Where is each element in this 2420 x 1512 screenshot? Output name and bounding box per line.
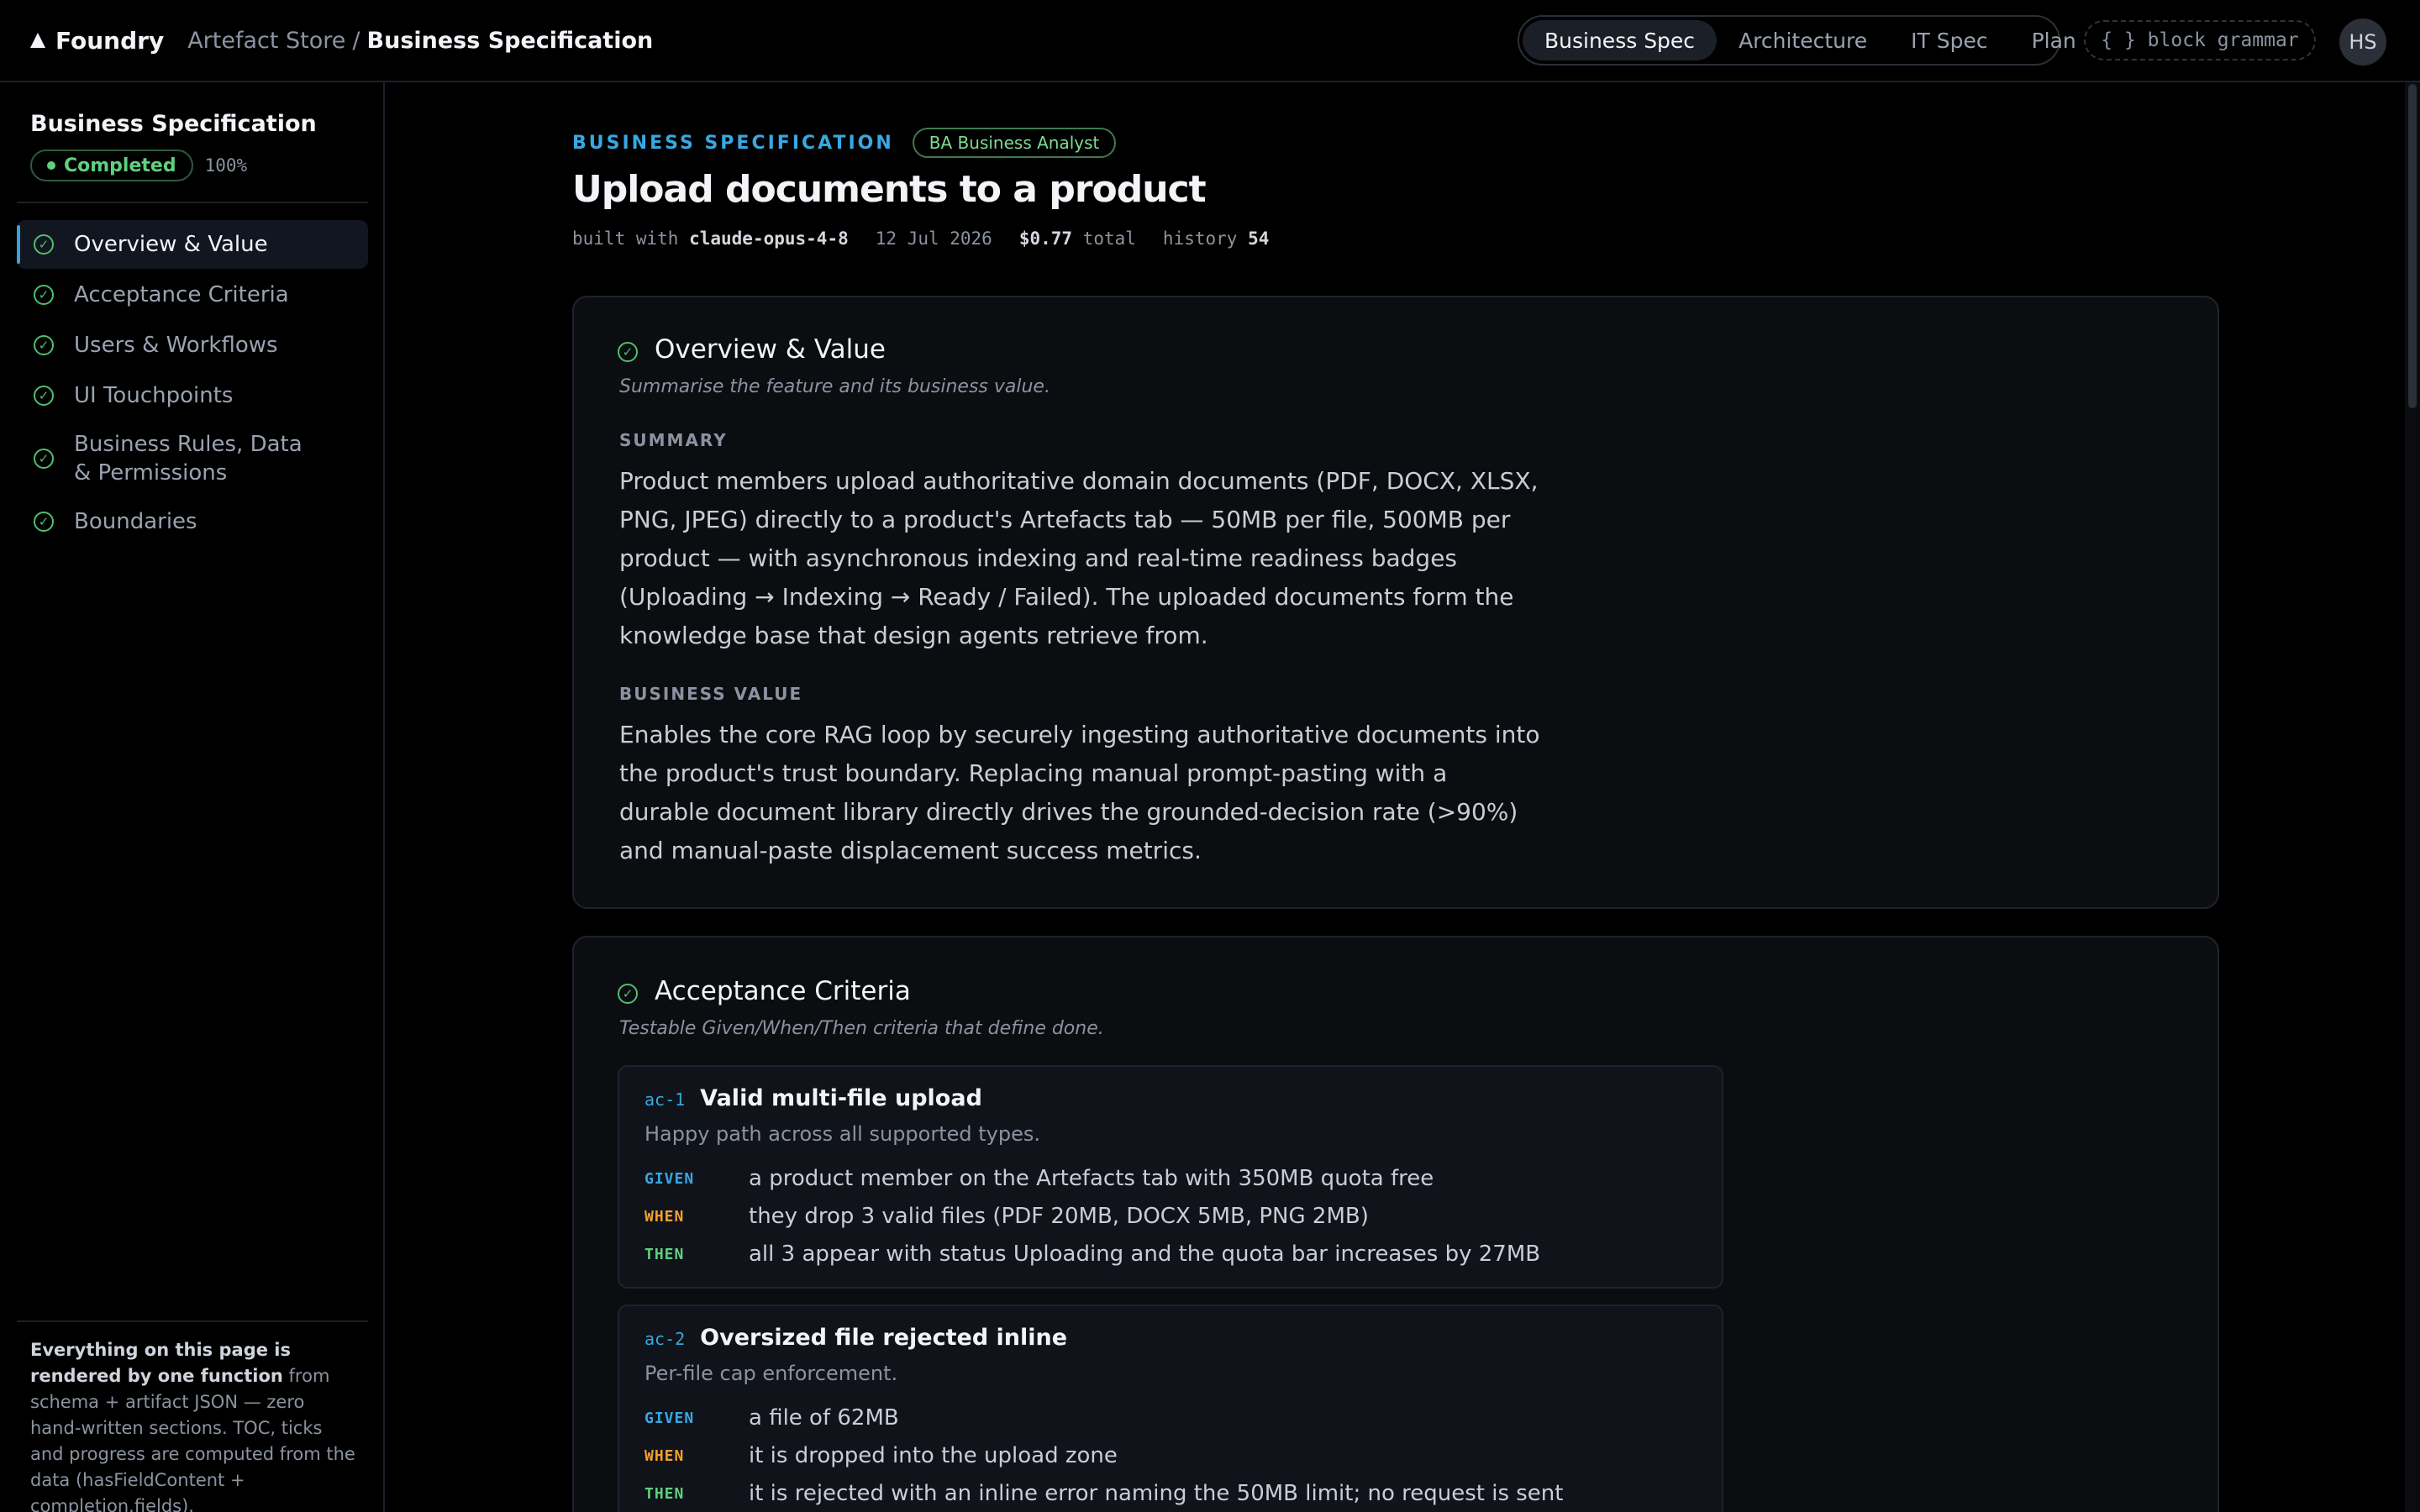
sidebar-footer-note: Everything on this page is rendered by o… [30,1337,360,1512]
section-subtitle: Summarise the feature and its business v… [619,376,1050,397]
section-header: ✓ Acceptance Criteria [618,976,911,1006]
tab-it-spec[interactable]: IT Spec [1889,20,2009,60]
section-header: ✓ Overview & Value [618,334,886,365]
criterion-header: ac-2 Oversized file rejected inline [644,1325,1067,1351]
meta-cost: $0.77 total [1018,228,1136,249]
sidebar: Business Specification Completed 100% ✓ … [0,82,385,1512]
avatar[interactable]: HS [2339,18,2386,66]
given-text: a file of 62MB [749,1405,899,1431]
status-dot-icon [47,161,55,170]
summary-text: Product members upload authoritative dom… [619,467,1539,649]
toc-item-acceptance-criteria[interactable]: ✓ Acceptance Criteria [17,270,368,319]
sidebar-status: Completed 100% [30,150,247,181]
page-eyebrow: BUSINESS SPECIFICATION BA Business Analy… [572,128,1117,158]
given-row: GIVEN a product member on the Artefacts … [644,1166,1434,1191]
section-title: Acceptance Criteria [655,976,911,1006]
sidebar-title: Business Specification [30,111,317,137]
toc-item-business-rules[interactable]: ✓ Business Rules, Data & Permissions [17,422,368,496]
check-icon: ✓ [34,449,54,469]
check-icon: ✓ [34,285,54,305]
then-row: THEN it is rejected with an inline error… [644,1481,1563,1506]
section-title: Overview & Value [655,334,886,365]
when-keyword: WHEN [644,1446,685,1465]
when-keyword: WHEN [644,1207,685,1226]
section-subtitle: Testable Given/When/Then criteria that d… [619,1018,1104,1039]
when-text: they drop 3 valid files (PDF 20MB, DOCX … [749,1204,1369,1229]
doc-tabs: Business Spec Architecture IT Spec Plan [1518,15,2076,66]
check-icon: ✓ [34,386,54,406]
toc-item-label: Users & Workflows [74,333,278,358]
given-keyword: GIVEN [644,1409,695,1427]
progress-percent: 100% [204,155,248,176]
meta-date: 12 Jul 2026 [875,228,992,249]
acceptance-criteria-section: ✓ Acceptance Criteria Testable Given/Whe… [572,936,2219,1512]
criterion-title: Valid multi-file upload [700,1085,982,1111]
overview-section: ✓ Overview & Value Summarise the feature… [572,296,2219,909]
criterion-header: ac-1 Valid multi-file upload [644,1085,982,1111]
criterion-title: Oversized file rejected inline [700,1325,1068,1351]
then-text: all 3 appear with status Uploading and t… [749,1242,1541,1267]
foundry-logo-icon [30,33,45,48]
acceptance-criterion: ac-1 Valid multi-file upload Happy path … [618,1065,1723,1289]
page-title: Upload documents to a product [572,168,1207,211]
when-text: it is dropped into the upload zone [749,1443,1118,1468]
page-scrollbar[interactable] [2405,82,2420,1512]
sidebar-footer-divider [17,1320,368,1322]
sidebar-divider [17,202,368,203]
toc-item-label: Acceptance Criteria [74,282,289,307]
criterion-subtitle: Per-file cap enforcement. [644,1362,898,1385]
business-value-label: BUSINESS VALUE [619,684,803,704]
status-label: Completed [64,155,176,176]
breadcrumb-parent[interactable]: Artefact Store [187,28,345,54]
tab-business-spec[interactable]: Business Spec [1523,20,1718,60]
breadcrumb: Artefact Store / Business Specification [187,28,653,54]
toc-item-ui-touchpoints[interactable]: ✓ UI Touchpoints [17,371,368,420]
check-icon: ✓ [34,234,54,255]
given-text: a product member on the Artefacts tab wi… [749,1166,1434,1191]
toc-item-boundaries[interactable]: ✓ Boundaries [17,497,368,546]
check-icon: ✓ [34,512,54,532]
role-badge: BA Business Analyst [912,128,1117,158]
brand-logo[interactable]: Foundry [30,27,164,55]
main-content: BUSINESS SPECIFICATION BA Business Analy… [387,82,2403,1512]
table-of-contents: ✓ Overview & Value ✓ Acceptance Criteria… [17,220,368,548]
status-badge: Completed [30,150,193,181]
block-grammar-button[interactable]: { } block grammar [2084,20,2316,60]
scrollbar-thumb[interactable] [2408,84,2417,408]
then-keyword: THEN [644,1245,685,1263]
check-icon: ✓ [34,335,54,355]
breadcrumb-current: Business Specification [366,27,654,54]
check-icon: ✓ [618,342,638,362]
footer-note-bold: Everything on this page is rendered by o… [30,1340,291,1386]
toc-item-label: Overview & Value [74,232,268,257]
given-keyword: GIVEN [644,1169,695,1188]
toc-item-label: Boundaries [74,509,197,534]
footer-note-text: from schema + artifact JSON — zero hand-… [30,1366,355,1512]
check-icon: ✓ [618,984,638,1004]
criterion-id: ac-1 [644,1089,686,1110]
tab-architecture[interactable]: Architecture [1717,20,1889,60]
toc-item-overview[interactable]: ✓ Overview & Value [17,220,368,269]
toc-item-label: UI Touchpoints [74,383,234,408]
then-row: THEN all 3 appear with status Uploading … [644,1242,1540,1267]
brand-name: Foundry [55,26,165,55]
eyebrow-label: BUSINESS SPECIFICATION [572,132,894,154]
when-row: WHEN they drop 3 valid files (PDF 20MB, … [644,1204,1369,1229]
breadcrumb-separator: / [352,27,360,54]
toc-item-users-workflows[interactable]: ✓ Users & Workflows [17,321,368,370]
acceptance-criterion: ac-2 Oversized file rejected inline Per-… [618,1305,1723,1512]
then-text: it is rejected with an inline error nami… [749,1481,1564,1506]
page-meta: built with claude-opus-4-8 12 Jul 2026 $… [572,228,1269,249]
then-keyword: THEN [644,1484,685,1503]
business-value-text: Enables the core RAG loop by securely in… [619,721,1540,864]
toc-item-label: Business Rules, Data & Permissions [74,432,302,486]
criterion-id: ac-2 [644,1329,686,1349]
summary-label: SUMMARY [619,430,728,450]
meta-model: built with claude-opus-4-8 [572,228,849,249]
criterion-subtitle: Happy path across all supported types. [644,1122,1040,1146]
meta-history: history 54 [1162,228,1270,249]
when-row: WHEN it is dropped into the upload zone [644,1443,1118,1468]
given-row: GIVEN a file of 62MB [644,1405,899,1431]
